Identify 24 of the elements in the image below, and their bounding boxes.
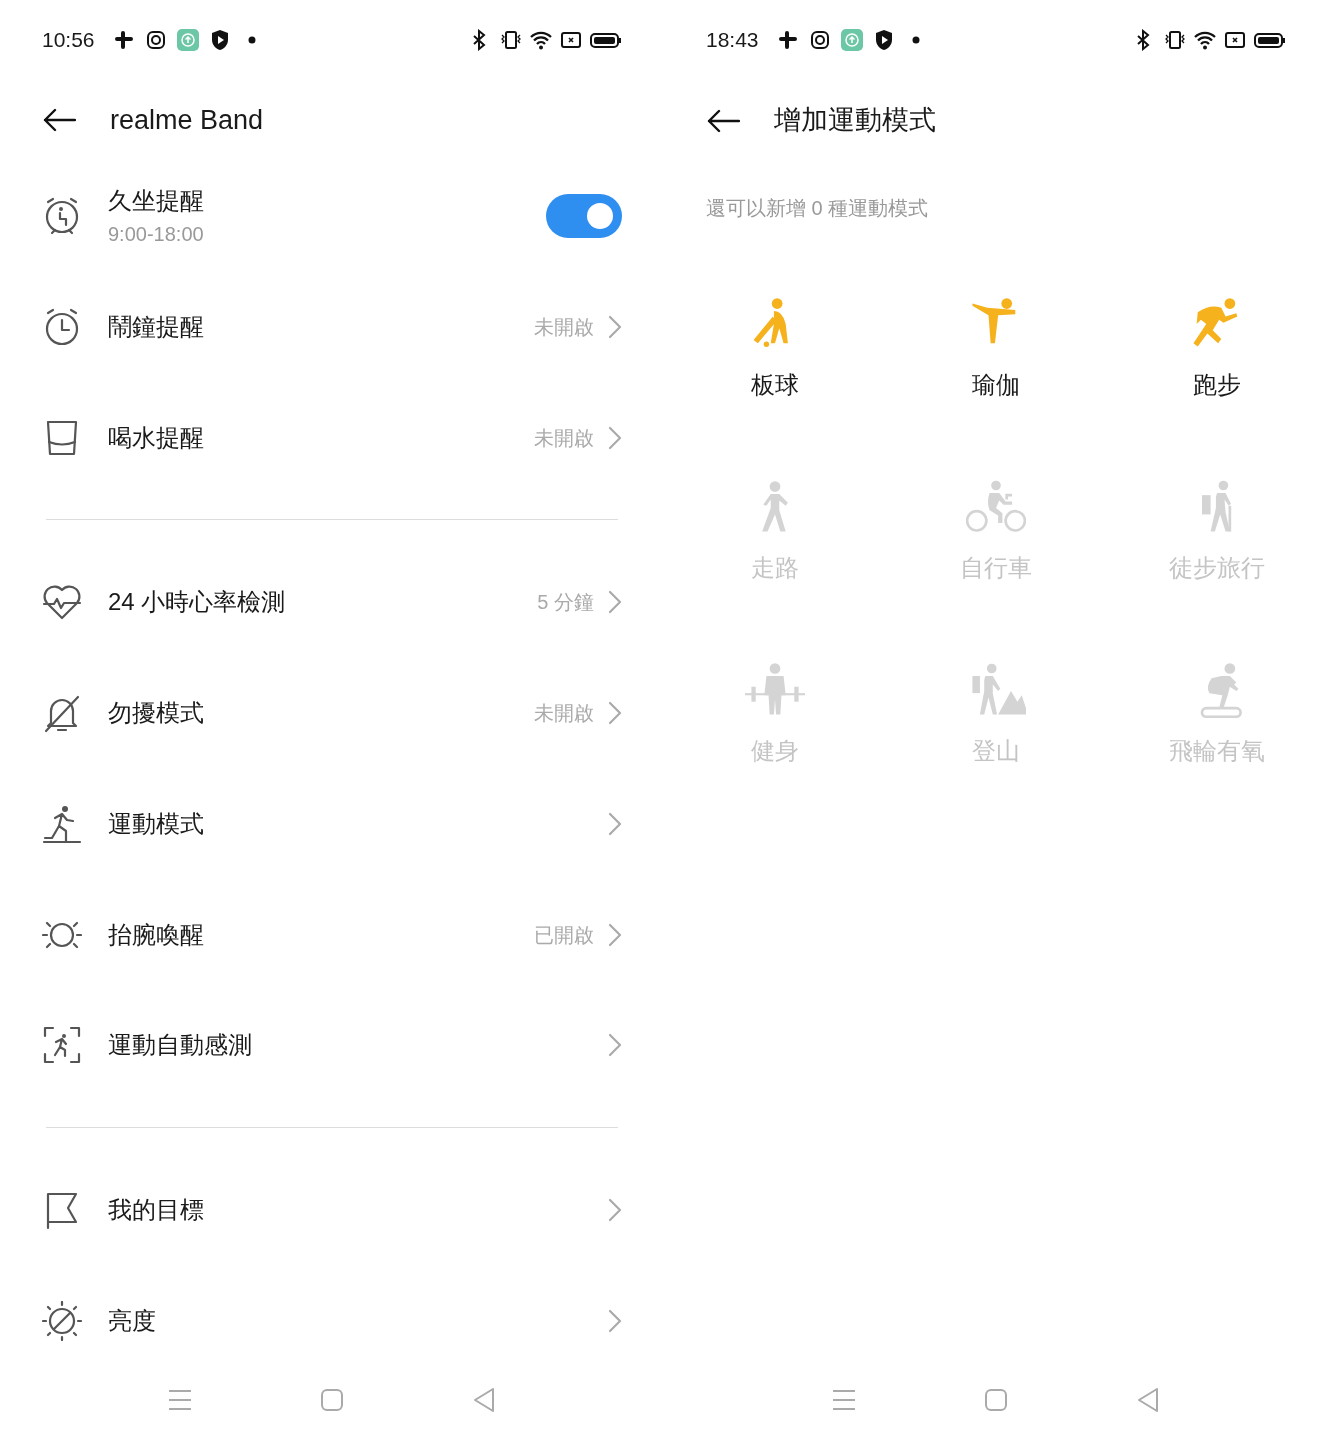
setting-value: 已開啟	[534, 922, 594, 948]
setting-label: 久坐提醒	[108, 186, 204, 216]
setting-value: 未開啟	[534, 701, 594, 726]
screen-title: realme Band	[110, 103, 264, 137]
setting-value: 未開啟	[534, 314, 594, 340]
setting-label: 運動自動感測	[108, 1030, 252, 1061]
setting-value: 未開啟	[534, 425, 594, 451]
hint-text: 還可以新增 0 種運動模式	[706, 196, 930, 221]
setting-value: 5 分鐘	[537, 590, 594, 616]
setting-label: 勿擾模式	[108, 698, 204, 728]
setting-label: 鬧鐘提醒	[108, 311, 204, 342]
sport-option[interactable]: 跑步	[1106, 295, 1327, 478]
setting-label: 亮度	[108, 1305, 156, 1336]
screen-title: 增加運動模式	[774, 104, 936, 138]
setting-label: 喝水提醒	[108, 422, 204, 453]
setting-label: 24 小時心率檢測	[108, 587, 286, 618]
setting-time-range: 9:00-18:00	[108, 222, 204, 247]
clock-time: 18:43	[706, 27, 759, 54]
setting-label: 抬腕喚醒	[108, 919, 204, 950]
clock-time: 10:56	[42, 27, 95, 54]
setting-label: 我的目標	[108, 1195, 204, 1225]
sport-option[interactable]: 瑜伽	[885, 295, 1106, 478]
sport-option[interactable]: 板球	[664, 295, 885, 478]
setting-label: 運動模式	[108, 808, 204, 839]
